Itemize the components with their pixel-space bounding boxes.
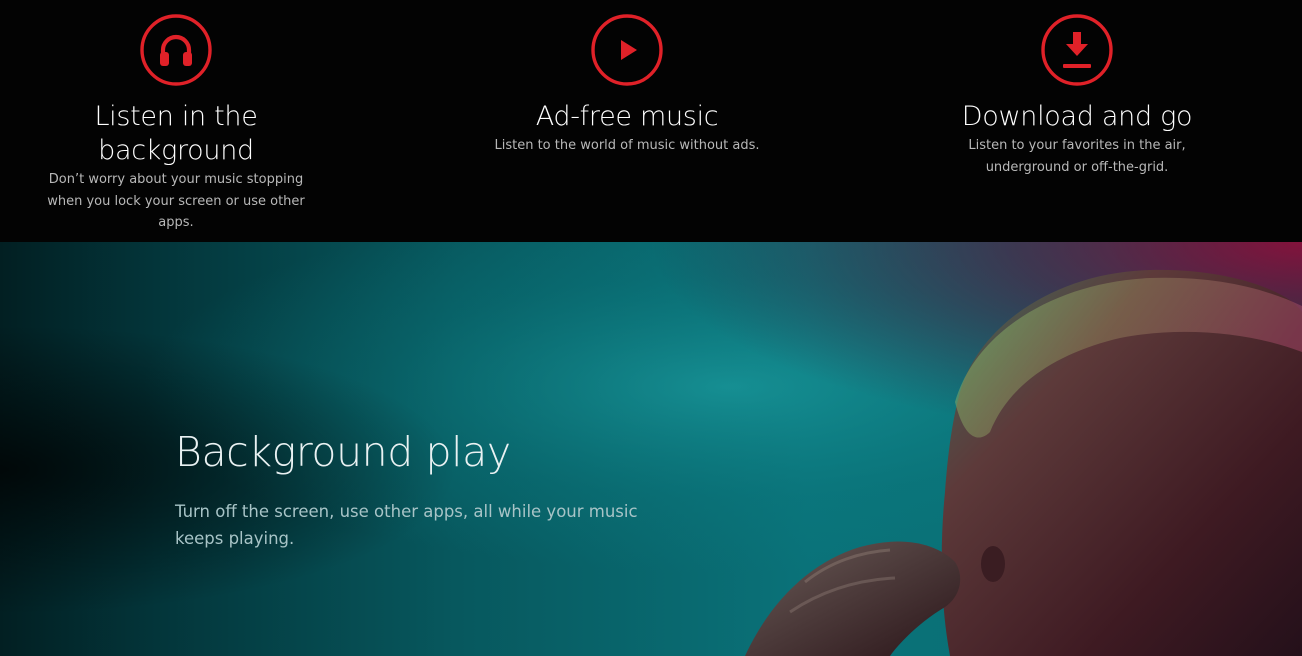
feature-download-and-go: Download and go Listen to your favorites… — [927, 14, 1227, 178]
feature-description-line: Don’t worry about your music stopping — [48, 172, 304, 187]
hero-section: Background play Turn off the screen, use… — [0, 242, 1302, 656]
page: Listen in the background Don’t worry abo… — [0, 0, 1302, 656]
feature-title: Listen in the background — [26, 100, 326, 168]
hero-title: Background play — [175, 428, 511, 476]
play-icon — [591, 14, 663, 86]
feature-title-line: Listen in the — [94, 101, 258, 132]
feature-description-line: Listen to the world of music without ads… — [494, 138, 760, 153]
feature-description: Listen to the world of music without ads… — [477, 135, 777, 157]
hero-description-line: keeps playing. — [175, 529, 295, 548]
feature-description-line: apps. — [158, 215, 194, 230]
feature-title-line: Ad-free music — [535, 101, 719, 132]
feature-title-line: background — [98, 135, 254, 166]
feature-description: Listen to your favorites in the air, und… — [927, 135, 1227, 178]
feature-title: Ad-free music — [477, 100, 777, 134]
download-icon — [1041, 14, 1113, 86]
hero-description-line: Turn off the screen, use other apps, all… — [175, 502, 638, 521]
hero-description: Turn off the screen, use other apps, all… — [175, 498, 645, 552]
features-section: Listen in the background Don’t worry abo… — [0, 0, 1302, 242]
feature-description-line: underground or off-the-grid. — [985, 159, 1169, 175]
feature-title: Download and go — [927, 100, 1227, 134]
feature-ad-free-music: Ad-free music Listen to the world of mus… — [477, 14, 777, 157]
feature-description-line: when you lock your screen or use other — [47, 193, 305, 209]
feature-description: Don’t worry about your music stopping wh… — [26, 169, 326, 234]
headphones-icon — [140, 14, 212, 86]
feature-listen-in-background: Listen in the background Don’t worry abo… — [26, 14, 326, 234]
feature-title-line: Download and go — [961, 101, 1193, 132]
feature-description-line: Listen to your favorites in the air, — [968, 138, 1186, 153]
